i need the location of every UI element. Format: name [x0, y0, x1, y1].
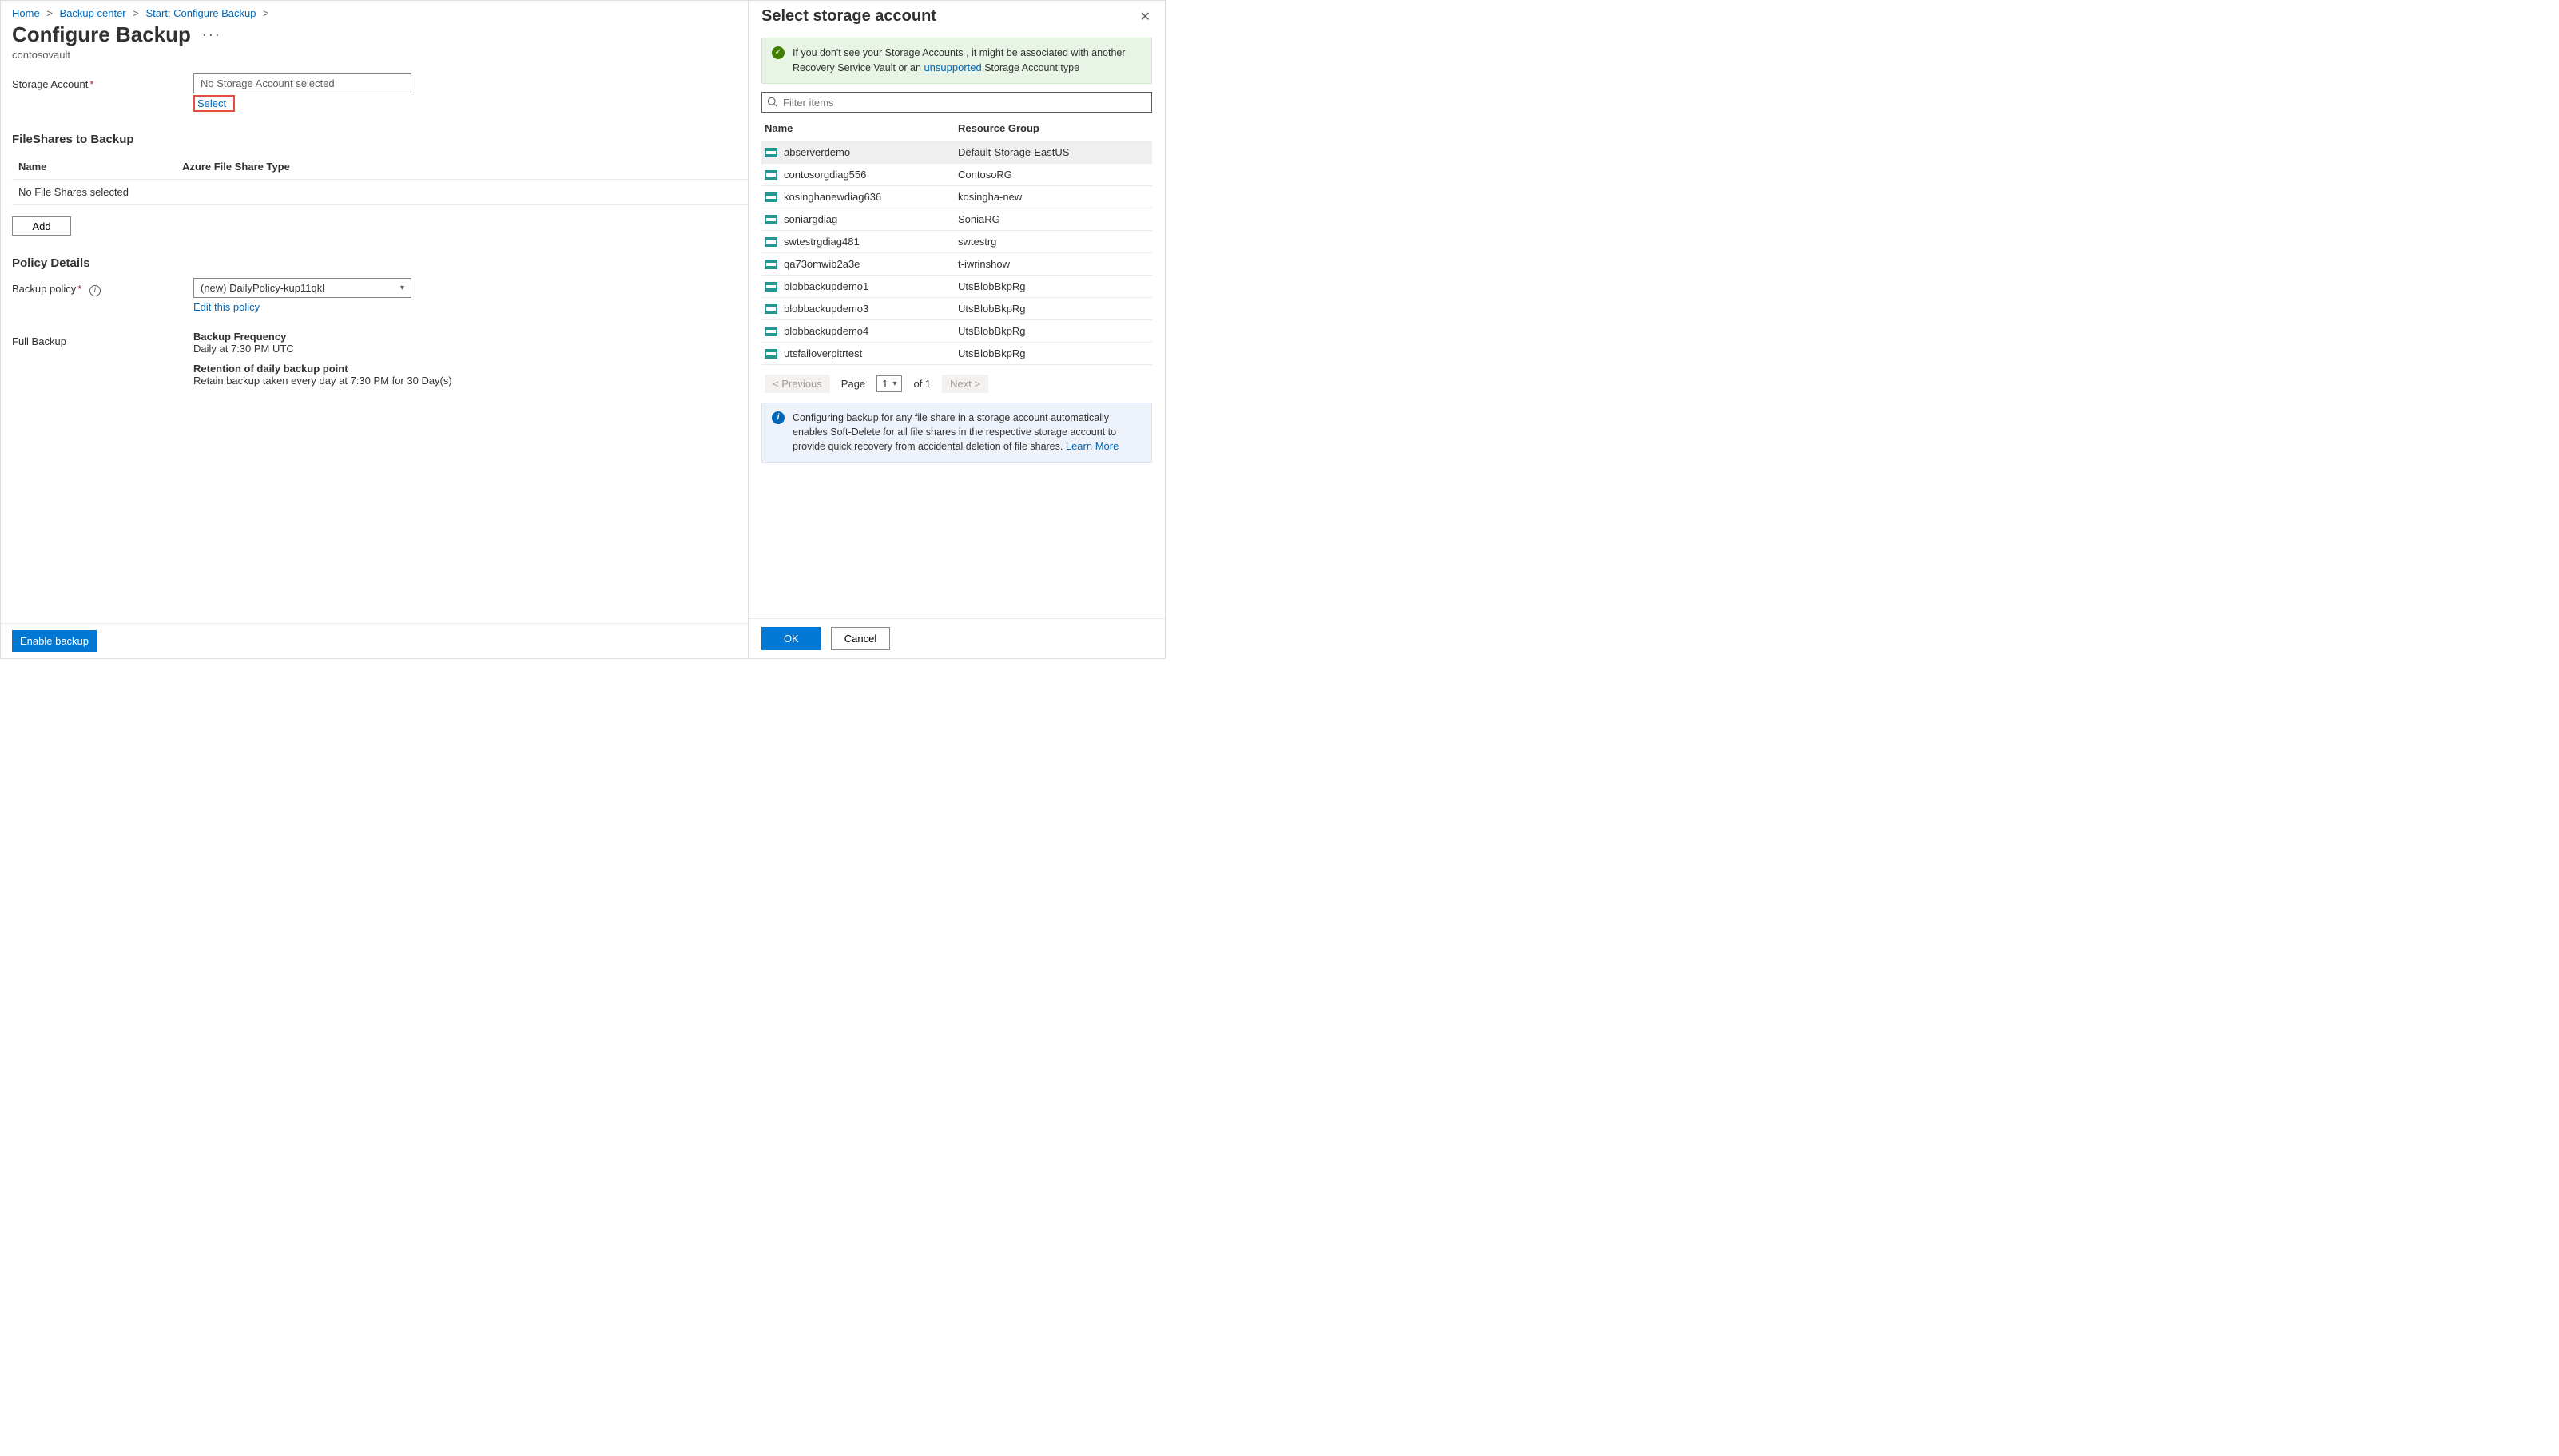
chevron-right-icon: > [133, 7, 139, 19]
sa-name: blobbackupdemo4 [784, 325, 868, 337]
sa-row[interactable]: soniargdiag SoniaRG [761, 208, 1152, 231]
storage-icon [765, 282, 777, 292]
sa-row[interactable]: utsfailoverpitrtest UtsBlobBkpRg [761, 343, 1152, 365]
storage-icon [765, 192, 777, 202]
close-icon[interactable]: ✕ [1138, 7, 1152, 26]
storage-account-label: Storage Account* [12, 73, 193, 90]
page-select[interactable]: 1 ▾ [876, 375, 902, 392]
freq-value: Daily at 7:30 PM UTC [193, 343, 452, 355]
col-type: Azure File Share Type [182, 161, 290, 173]
storage-icon [765, 304, 777, 314]
sa-name: utsfailoverpitrtest [784, 347, 862, 359]
sa-col-rg: Resource Group [958, 122, 1149, 134]
chevron-right-icon: > [46, 7, 53, 19]
notice-info: i Configuring backup for any file share … [761, 403, 1152, 463]
search-icon [767, 97, 778, 108]
backup-policy-dropdown[interactable]: (new) DailyPolicy-kup11qkl ▾ [193, 278, 411, 298]
sa-name: kosinghanewdiag636 [784, 191, 881, 203]
check-icon: ✓ [772, 46, 785, 59]
col-name: Name [18, 161, 182, 173]
info-icon: i [772, 411, 785, 424]
info-icon[interactable]: i [89, 285, 101, 296]
cancel-button[interactable]: Cancel [831, 627, 890, 650]
backup-policy-label: Backup policy* i [12, 278, 193, 296]
next-button[interactable]: Next > [942, 375, 988, 393]
sa-name: qa73omwib2a3e [784, 258, 860, 270]
storage-icon [765, 148, 777, 157]
sa-rg: UtsBlobBkpRg [958, 325, 1149, 337]
sa-row[interactable]: blobbackupdemo3 UtsBlobBkpRg [761, 298, 1152, 320]
breadcrumb-home[interactable]: Home [12, 7, 40, 19]
unsupported-link[interactable]: unsupported [924, 61, 981, 73]
learn-more-link[interactable]: Learn More [1066, 440, 1119, 452]
chevron-down-icon: ▾ [892, 379, 896, 388]
sa-row[interactable]: qa73omwib2a3e t-iwrinshow [761, 253, 1152, 276]
sa-rg: kosingha-new [958, 191, 1149, 203]
sa-rg: t-iwrinshow [958, 258, 1149, 270]
storage-icon [765, 237, 777, 247]
sa-name: blobbackupdemo1 [784, 280, 868, 292]
enable-backup-button[interactable]: Enable backup [12, 630, 97, 652]
more-menu-icon[interactable]: ··· [199, 26, 225, 43]
ok-button[interactable]: OK [761, 627, 821, 650]
sa-name: abserverdemo [784, 146, 850, 158]
add-button[interactable]: Add [12, 216, 71, 236]
search-input[interactable] [783, 97, 1146, 109]
prev-button[interactable]: < Previous [765, 375, 830, 393]
sa-list: abserverdemo Default-Storage-EastUS contos… [761, 141, 1152, 365]
sa-row[interactable]: contosorgdiag556 ContosoRG [761, 164, 1152, 186]
freq-heading: Backup Frequency [193, 331, 452, 343]
footer: Enable backup [1, 623, 749, 658]
retention-value: Retain backup taken every day at 7:30 PM… [193, 375, 452, 387]
search-input-wrap[interactable] [761, 92, 1152, 113]
storage-icon [765, 349, 777, 359]
sa-name: contosorgdiag556 [784, 169, 866, 181]
select-storage-panel: Select storage account ✕ ✓ If you don't … [748, 1, 1165, 658]
storage-icon [765, 215, 777, 224]
sa-rg: Default-Storage-EastUS [958, 146, 1149, 158]
sa-name: swtestrgdiag481 [784, 236, 860, 248]
notice-success: ✓ If you don't see your Storage Accounts… [761, 38, 1152, 84]
sa-row[interactable]: abserverdemo Default-Storage-EastUS [761, 141, 1152, 164]
page-of: of 1 [913, 378, 931, 390]
sa-row[interactable]: kosinghanewdiag636 kosingha-new [761, 186, 1152, 208]
page-label: Page [841, 378, 865, 390]
edit-policy-link[interactable]: Edit this policy [193, 301, 260, 313]
sa-col-name: Name [765, 122, 958, 134]
sa-name: soniargdiag [784, 213, 837, 225]
sa-rg: swtestrg [958, 236, 1149, 248]
storage-account-input[interactable]: No Storage Account selected [193, 73, 411, 93]
sa-rg: UtsBlobBkpRg [958, 280, 1149, 292]
sa-rg: UtsBlobBkpRg [958, 347, 1149, 359]
chevron-down-icon: ▾ [400, 284, 404, 292]
select-storage-link[interactable]: Select [193, 95, 235, 112]
sa-row[interactable]: blobbackupdemo1 UtsBlobBkpRg [761, 276, 1152, 298]
storage-icon [765, 170, 777, 180]
panel-title: Select storage account [761, 7, 936, 26]
sa-row[interactable]: swtestrgdiag481 swtestrg [761, 231, 1152, 253]
full-backup-label: Full Backup [12, 331, 193, 387]
sa-row[interactable]: blobbackupdemo4 UtsBlobBkpRg [761, 320, 1152, 343]
sa-rg: SoniaRG [958, 213, 1149, 225]
sa-rg: UtsBlobBkpRg [958, 303, 1149, 315]
page-title: Configure Backup [12, 22, 191, 47]
sa-name: blobbackupdemo3 [784, 303, 868, 315]
retention-heading: Retention of daily backup point [193, 363, 452, 375]
storage-icon [765, 260, 777, 269]
storage-icon [765, 327, 777, 336]
sa-rg: ContosoRG [958, 169, 1149, 181]
chevron-right-icon: > [263, 7, 269, 19]
breadcrumb-backup-center[interactable]: Backup center [60, 7, 126, 19]
breadcrumb-configure-backup[interactable]: Start: Configure Backup [145, 7, 256, 19]
pager: < Previous Page 1 ▾ of 1 Next > [761, 365, 1152, 403]
